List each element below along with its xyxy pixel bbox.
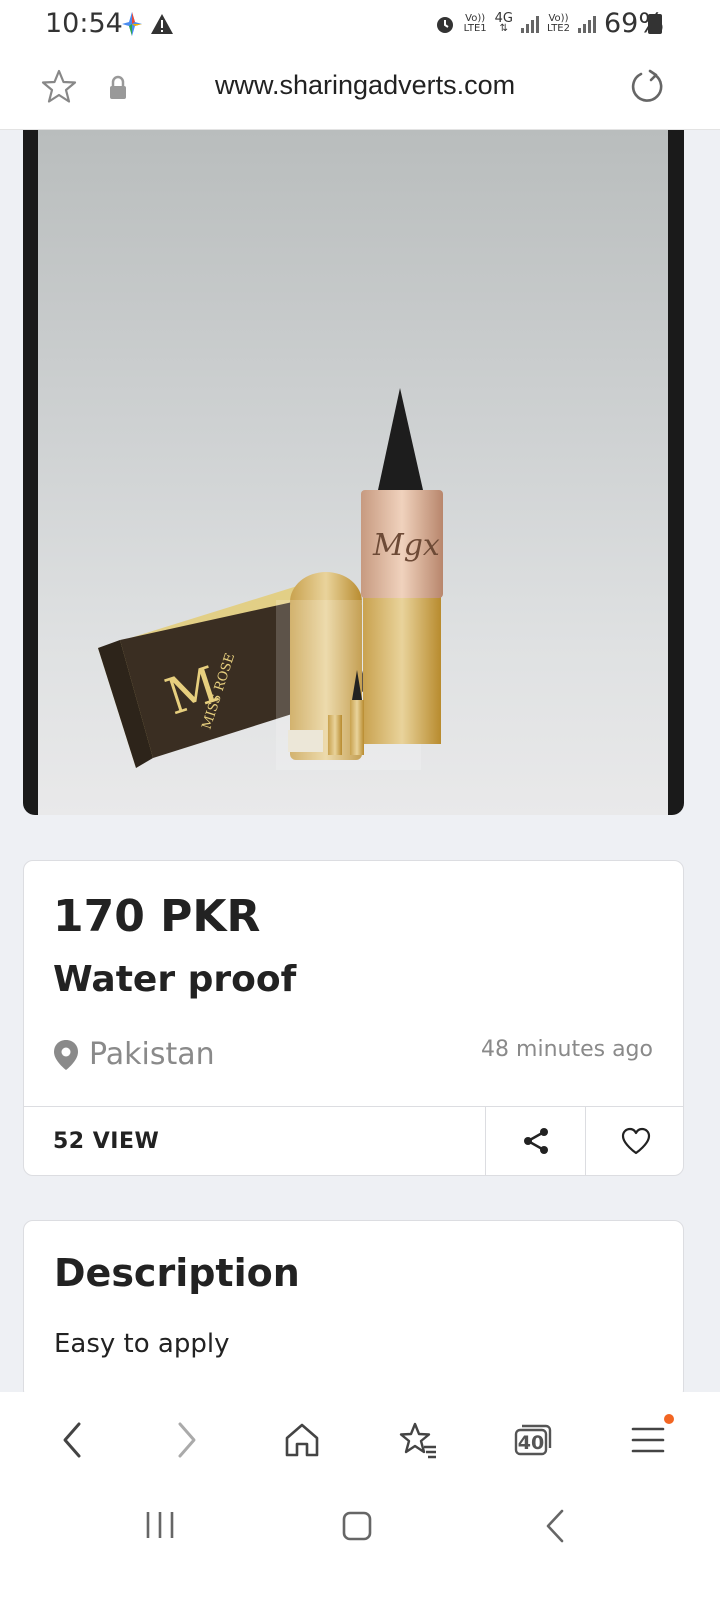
product-photo-illustration: M MISS ROSE Mgx (98, 388, 443, 770)
listing-actions-row: 52 VIEW (24, 1106, 683, 1175)
battery-icon (648, 14, 662, 34)
tabs-button[interactable]: 40 (493, 1400, 573, 1480)
chevron-left-icon (63, 1422, 81, 1458)
view-count: 52 VIEW (53, 1129, 160, 1154)
listing-price: 170 PKR (53, 891, 261, 942)
home-icon (286, 1423, 319, 1457)
notification-dot (664, 1414, 675, 1424)
lte2-indicator: Vo)) LTE2 (547, 12, 570, 34)
tabs-count: 40 (517, 1432, 545, 1454)
recent-apps-icon[interactable] (144, 1510, 176, 1540)
forward-button[interactable] (147, 1400, 227, 1480)
back-nav-icon[interactable] (542, 1508, 568, 1544)
4g-indicator: 4G ⇅ (494, 10, 513, 34)
favorite-button[interactable] (585, 1107, 685, 1175)
listing-title: Water proof (53, 959, 297, 1000)
star-list-icon (399, 1422, 436, 1459)
description-text: Easy to apply (54, 1329, 230, 1359)
status-time: 10:54 (45, 8, 123, 39)
chevron-right-icon (178, 1422, 196, 1458)
warning-icon (151, 14, 173, 34)
sparkle-icon (122, 12, 142, 36)
signal-2-icon (577, 15, 596, 33)
hamburger-menu-icon (631, 1427, 665, 1453)
signal-1-icon (521, 15, 539, 33)
listing-location: Pakistan (53, 1037, 215, 1072)
browser-toolbar: 40 (0, 1392, 720, 1488)
lte1-indicator: Vo)) LTE1 (463, 12, 487, 34)
status-right: Vo)) LTE1 4G ⇅ Vo)) LTE2 69% (434, 8, 664, 39)
reload-icon[interactable] (628, 68, 666, 106)
heart-icon (621, 1127, 650, 1155)
product-image[interactable]: M MISS ROSE Mgx (23, 130, 684, 815)
share-icon (523, 1128, 548, 1154)
status-bar: 10:54 Vo)) LTE1 4G ⇅ Vo)) LTE2 69% (0, 0, 720, 48)
share-button[interactable] (485, 1107, 585, 1175)
location-pin-icon (54, 1039, 78, 1070)
bookmark-star-icon[interactable] (40, 68, 78, 106)
product-image-backdrop: M MISS ROSE Mgx (38, 130, 668, 815)
url-bar: www.sharingadverts.com (0, 48, 720, 130)
location-text: Pakistan (89, 1037, 215, 1072)
back-button[interactable] (32, 1400, 112, 1480)
listing-card: 170 PKR Water proof Pakistan 48 minutes … (23, 860, 684, 1176)
bookmarks-button[interactable] (378, 1400, 458, 1480)
lock-icon[interactable] (107, 75, 129, 101)
home-button[interactable] (262, 1400, 342, 1480)
home-nav-icon[interactable] (341, 1510, 373, 1542)
svg-text:Mgx: Mgx (372, 528, 440, 563)
notification-icons (120, 10, 174, 38)
description-heading: Description (54, 1251, 300, 1295)
menu-button[interactable] (608, 1400, 688, 1480)
url-text[interactable]: www.sharingadverts.com (215, 70, 515, 101)
description-card: Description Easy to apply (23, 1220, 684, 1400)
alarm-icon (436, 16, 453, 33)
system-nav-bar (0, 1488, 720, 1600)
posted-time: 48 minutes ago (481, 1037, 653, 1062)
